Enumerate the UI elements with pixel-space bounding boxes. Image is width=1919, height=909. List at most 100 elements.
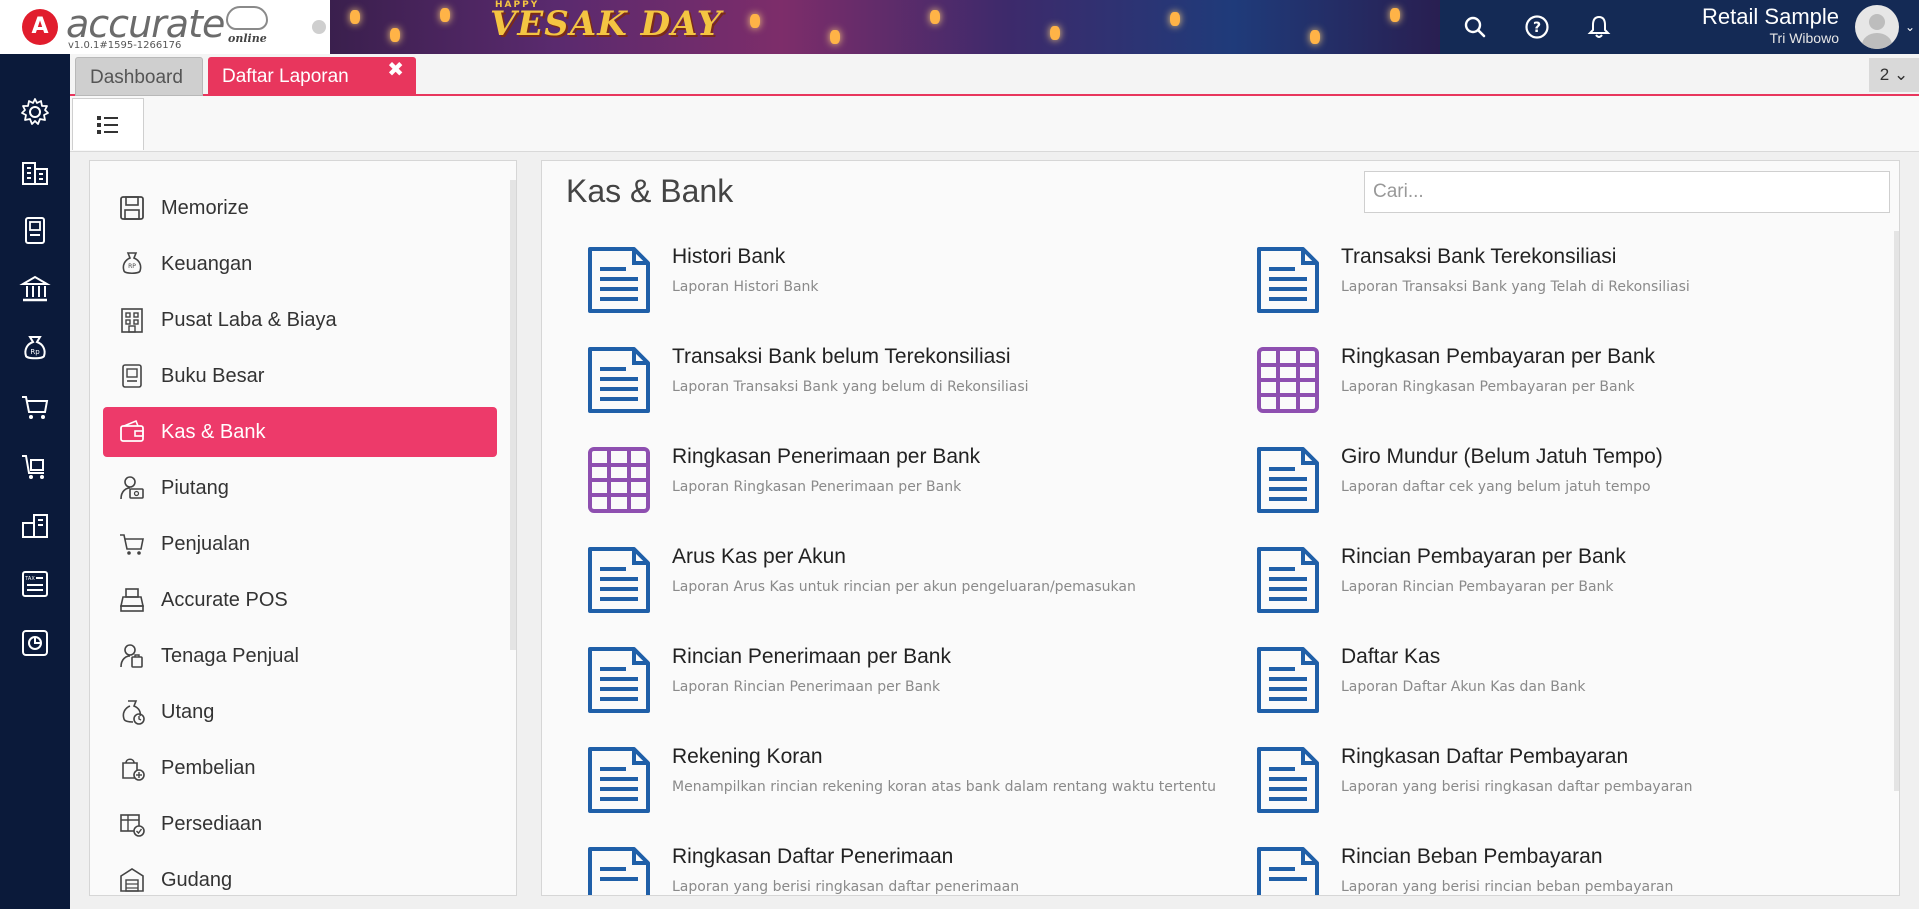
report-item-giro-mundur[interactable]: Giro Mundur (Belum Jatuh Tempo) Laporan … xyxy=(1255,445,1895,535)
category-label: Piutang xyxy=(161,476,229,499)
lantern-icon xyxy=(440,8,450,22)
report-description: Laporan daftar cek yang belum jatuh temp… xyxy=(1341,479,1651,495)
category-penjualan[interactable]: Penjualan xyxy=(103,519,497,569)
settings-gear-icon[interactable] xyxy=(17,94,53,130)
report-item-rekening-koran[interactable]: Rekening Koran Menampilkan rincian reken… xyxy=(586,745,1226,835)
ledger-book-icon[interactable] xyxy=(17,212,53,248)
inventory-icon xyxy=(103,810,161,838)
brand-logo[interactable]: A accurate online v1.0.1#1595-1266176 xyxy=(0,0,330,54)
report-item-ringkasan-penerimaan-per-bank[interactable]: Ringkasan Penerimaan per Bank Laporan Ri… xyxy=(586,445,1226,535)
document-icon xyxy=(1257,747,1319,813)
category-memorize[interactable]: Memorize xyxy=(103,183,497,233)
search-icon[interactable] xyxy=(1460,12,1490,42)
document-icon xyxy=(588,747,650,813)
report-name: Rekening Koran xyxy=(672,745,823,768)
bank-icon[interactable] xyxy=(17,271,53,307)
category-gudang[interactable]: Gudang xyxy=(103,855,497,895)
document-icon xyxy=(588,647,650,713)
report-item-ringkasan-daftar-penerimaan[interactable]: Ringkasan Daftar Penerimaan Laporan yang… xyxy=(586,845,1226,895)
category-pusat-laba-biaya[interactable]: Pusat Laba & Biaya xyxy=(103,295,497,345)
report-name: Daftar Kas xyxy=(1341,645,1441,668)
chevron-down-icon[interactable]: ⌄ xyxy=(1905,20,1915,34)
purchase-truck-icon[interactable] xyxy=(17,448,53,484)
category-label: Gudang xyxy=(161,868,233,891)
category-label: Buku Besar xyxy=(161,364,265,387)
report-item-rincian-penerimaan-per-bank[interactable]: Rincian Penerimaan per Bank Laporan Rinc… xyxy=(586,645,1226,735)
status-dot-icon xyxy=(312,20,326,34)
report-description: Laporan Transaksi Bank yang Telah di Rek… xyxy=(1341,279,1690,295)
report-item-transaksi-terekonsiliasi[interactable]: Transaksi Bank Terekonsiliasi Laporan Tr… xyxy=(1255,245,1895,335)
report-name: Giro Mundur (Belum Jatuh Tempo) xyxy=(1341,445,1663,468)
report-name: Arus Kas per Akun xyxy=(672,545,846,568)
category-tenaga-penjual[interactable]: Tenaga Penjual xyxy=(103,631,497,681)
debt-bag-icon xyxy=(103,698,161,726)
cash-register-icon xyxy=(103,586,161,614)
document-icon xyxy=(1257,647,1319,713)
cart-icon[interactable] xyxy=(17,389,53,425)
tab-dashboard[interactable]: Dashboard xyxy=(75,57,203,96)
report-item-ringkasan-daftar-pembayaran[interactable]: Ringkasan Daftar Pembayaran Laporan yang… xyxy=(1255,745,1895,835)
help-icon[interactable]: ? xyxy=(1522,12,1552,42)
category-utang[interactable]: Utang xyxy=(103,687,497,737)
avatar[interactable] xyxy=(1855,5,1899,49)
tab-daftar-laporan[interactable]: Daftar Laporan ✖ xyxy=(208,57,416,96)
open-tabs-counter[interactable]: 2 ⌄ xyxy=(1869,58,1919,92)
list-view-button[interactable] xyxy=(72,98,144,150)
category-keuangan[interactable]: RP Keuangan xyxy=(103,239,497,289)
report-chart-icon[interactable] xyxy=(17,625,53,661)
report-name: Transaksi Bank Terekonsiliasi xyxy=(1341,245,1617,268)
document-icon xyxy=(1257,247,1319,313)
report-name: Transaksi Bank belum Terekonsiliasi xyxy=(672,345,1011,368)
company-building-icon[interactable] xyxy=(17,153,53,189)
building-grid-icon xyxy=(103,306,161,334)
report-item-rincian-pembayaran-per-bank[interactable]: Rincian Pembayaran per Bank Laporan Rinc… xyxy=(1255,545,1895,635)
report-item-rincian-beban-pembayaran[interactable]: Rincian Beban Pembayaran Laporan yang be… xyxy=(1255,845,1895,895)
category-label: Accurate POS xyxy=(161,588,288,611)
grid-table-icon xyxy=(1257,347,1319,413)
section-title: Kas & Bank xyxy=(566,173,734,209)
category-piutang[interactable]: Piutang xyxy=(103,463,497,513)
svg-text:TAX: TAX xyxy=(24,576,35,582)
tax-report-icon[interactable]: TAX xyxy=(17,566,53,602)
report-description: Laporan yang berisi ringkasan daftar pen… xyxy=(672,879,1020,895)
report-description: Menampilkan rincian rekening koran atas … xyxy=(672,779,1216,795)
document-icon xyxy=(1257,847,1319,895)
search-input[interactable] xyxy=(1364,171,1890,213)
money-bag-icon[interactable]: Rp xyxy=(17,330,53,366)
category-pembelian[interactable]: Pembelian xyxy=(103,743,497,793)
lantern-icon xyxy=(830,30,840,44)
warehouse-icon xyxy=(103,866,161,894)
close-icon[interactable]: ✖ xyxy=(387,57,404,81)
report-item-transaksi-belum-terekonsiliasi[interactable]: Transaksi Bank belum Terekonsiliasi Lapo… xyxy=(586,345,1226,435)
category-scrollbar[interactable] xyxy=(510,180,516,650)
report-scrollbar[interactable] xyxy=(1894,231,1899,791)
category-buku-besar[interactable]: Buku Besar xyxy=(103,351,497,401)
report-description: Laporan Arus Kas untuk rincian per akun … xyxy=(672,579,1136,595)
report-description: Laporan yang berisi ringkasan daftar pem… xyxy=(1341,779,1693,795)
report-name: Ringkasan Daftar Pembayaran xyxy=(1341,745,1629,768)
report-item-daftar-kas[interactable]: Daftar Kas Laporan Daftar Akun Kas dan B… xyxy=(1255,645,1895,735)
report-name: Rincian Penerimaan per Bank xyxy=(672,645,951,668)
inventory-icon[interactable] xyxy=(17,507,53,543)
bell-icon[interactable] xyxy=(1584,12,1614,42)
report-description: Laporan Daftar Akun Kas dan Bank xyxy=(1341,679,1586,695)
lantern-icon xyxy=(1390,8,1400,22)
svg-text:?: ? xyxy=(1533,20,1541,36)
user-menu[interactable]: Retail Sample Tri Wibowo ⌄ xyxy=(1630,0,1919,54)
report-name: Histori Bank xyxy=(672,245,786,268)
report-item-ringkasan-pembayaran-per-bank[interactable]: Ringkasan Pembayaran per Bank Laporan Ri… xyxy=(1255,345,1895,435)
report-description: Laporan Rincian Pembayaran per Bank xyxy=(1341,579,1614,595)
category-persediaan[interactable]: Persediaan xyxy=(103,799,497,849)
lantern-icon xyxy=(750,14,760,28)
category-label: Kas & Bank xyxy=(161,420,266,443)
report-item-histori-bank[interactable]: Histori Bank Laporan Histori Bank xyxy=(586,245,1226,335)
header-actions: ? xyxy=(1440,0,1630,54)
report-item-arus-kas-per-akun[interactable]: Arus Kas per Akun Laporan Arus Kas untuk… xyxy=(586,545,1226,635)
category-label: Memorize xyxy=(161,196,249,219)
company-name: Retail Sample xyxy=(1702,4,1839,29)
category-accurate-pos[interactable]: Accurate POS xyxy=(103,575,497,625)
svg-text:Rp: Rp xyxy=(30,348,40,356)
category-kas-bank[interactable]: Kas & Bank xyxy=(103,407,497,457)
list-icon xyxy=(97,115,118,134)
report-name: Ringkasan Penerimaan per Bank xyxy=(672,445,981,468)
